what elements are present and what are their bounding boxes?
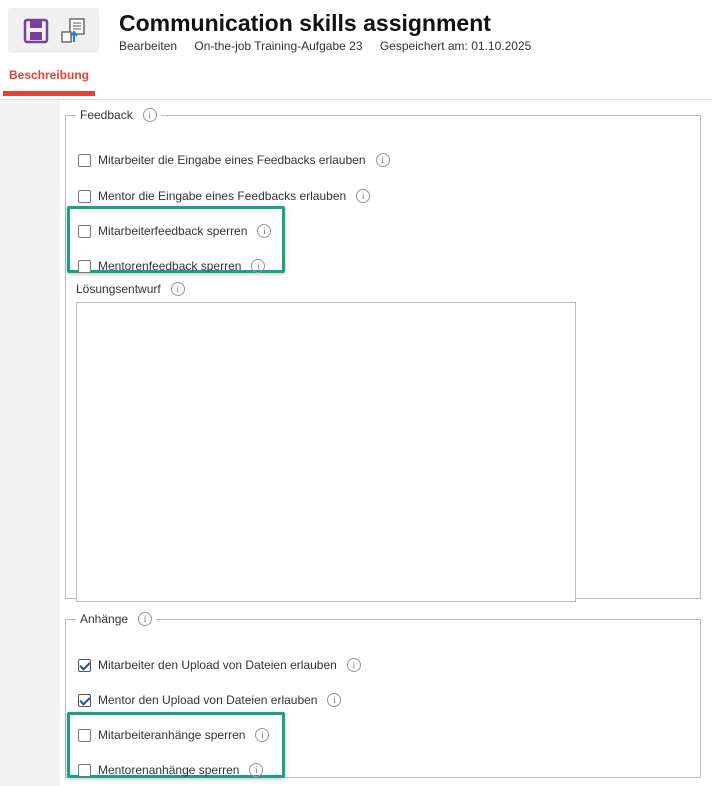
checkbox-lock-employee-attachments[interactable] xyxy=(78,728,91,742)
page-title: Communication skills assignment xyxy=(119,10,491,36)
feedback-legend-label: Feedback xyxy=(80,108,133,122)
info-icon[interactable]: i xyxy=(138,612,153,626)
info-icon[interactable]: i xyxy=(255,728,270,742)
checkbox-employee-upload[interactable] xyxy=(78,658,91,672)
feedback-legend: Feedback i xyxy=(76,108,161,122)
option-label: Mitarbeiteranhänge sperren xyxy=(98,728,246,742)
save-button[interactable] xyxy=(23,18,49,44)
checkbox-lock-mentor-feedback[interactable] xyxy=(78,259,91,273)
info-icon[interactable]: i xyxy=(346,658,361,672)
option-label: Mentor den Upload von Dateien erlauben xyxy=(98,693,318,707)
tab-active-indicator xyxy=(3,91,95,96)
info-icon[interactable]: i xyxy=(257,224,272,238)
info-icon[interactable]: i xyxy=(375,153,390,167)
solution-label: Lösungsentwurf i xyxy=(76,282,185,296)
feedback-section: Feedback i Mitarbeiter die Eingabe eines… xyxy=(65,108,701,602)
info-icon[interactable]: i xyxy=(170,282,185,296)
info-icon[interactable]: i xyxy=(327,693,342,707)
attachments-section: Anhänge i Mitarbeiter den Upload von Dat… xyxy=(65,612,701,778)
attachments-legend-label: Anhänge xyxy=(80,612,129,626)
info-icon[interactable]: i xyxy=(249,763,264,777)
checkbox-mentor-upload[interactable] xyxy=(78,693,91,707)
page-header: Communication skills assignment Bearbeit… xyxy=(0,0,712,100)
checkbox-lock-mentor-attachments[interactable] xyxy=(78,763,91,777)
option-label: Mentor die Eingabe eines Feedbacks erlau… xyxy=(98,189,347,203)
option-employee-feedback[interactable]: Mitarbeiter die Eingabe eines Feedbacks … xyxy=(78,152,390,168)
checkbox-lock-employee-feedback[interactable] xyxy=(78,224,91,238)
option-mentor-upload[interactable]: Mentor den Upload von Dateien erlauben i xyxy=(78,692,342,708)
info-icon[interactable]: i xyxy=(356,189,371,203)
solution-label-text: Lösungsentwurf xyxy=(76,282,161,296)
meta-task: On-the-job Training-Aufgabe 23 xyxy=(194,39,363,53)
info-icon[interactable]: i xyxy=(251,259,266,273)
meta-saved: Gespeichert am: 01.10.2025 xyxy=(379,39,532,53)
publish-icon xyxy=(61,18,85,43)
tab-bar: Beschreibung xyxy=(0,62,712,100)
option-label: Mitarbeiter die Eingabe eines Feedbacks … xyxy=(98,153,366,167)
option-lock-employee-feedback[interactable]: Mitarbeiterfeedback sperren i xyxy=(78,223,272,239)
option-label: Mentorenanhänge sperren xyxy=(98,763,240,777)
attachments-legend: Anhänge i xyxy=(76,612,156,626)
page-meta: Bearbeiten On-the-job Training-Aufgabe 2… xyxy=(119,39,545,53)
info-icon[interactable]: i xyxy=(142,108,157,122)
toolbar xyxy=(8,8,99,53)
publish-button[interactable] xyxy=(60,18,86,44)
option-label: Mitarbeiterfeedback sperren xyxy=(98,224,248,238)
save-icon xyxy=(23,18,49,44)
checkbox-mentor-feedback[interactable] xyxy=(78,189,91,203)
left-rail xyxy=(0,100,60,786)
option-employee-upload[interactable]: Mitarbeiter den Upload von Dateien erlau… xyxy=(78,657,361,673)
option-lock-employee-attachments[interactable]: Mitarbeiteranhänge sperren i xyxy=(78,727,270,743)
checkbox-employee-feedback[interactable] xyxy=(78,153,91,167)
option-label: Mitarbeiter den Upload von Dateien erlau… xyxy=(98,658,337,672)
option-label: Mentorenfeedback sperren xyxy=(98,259,242,273)
option-lock-mentor-feedback[interactable]: Mentorenfeedback sperren i xyxy=(78,258,266,274)
meta-mode: Bearbeiten xyxy=(119,39,178,53)
solution-textarea[interactable] xyxy=(76,302,576,602)
option-mentor-feedback[interactable]: Mentor die Eingabe eines Feedbacks erlau… xyxy=(78,188,371,204)
option-lock-mentor-attachments[interactable]: Mentorenanhänge sperren i xyxy=(78,762,264,778)
